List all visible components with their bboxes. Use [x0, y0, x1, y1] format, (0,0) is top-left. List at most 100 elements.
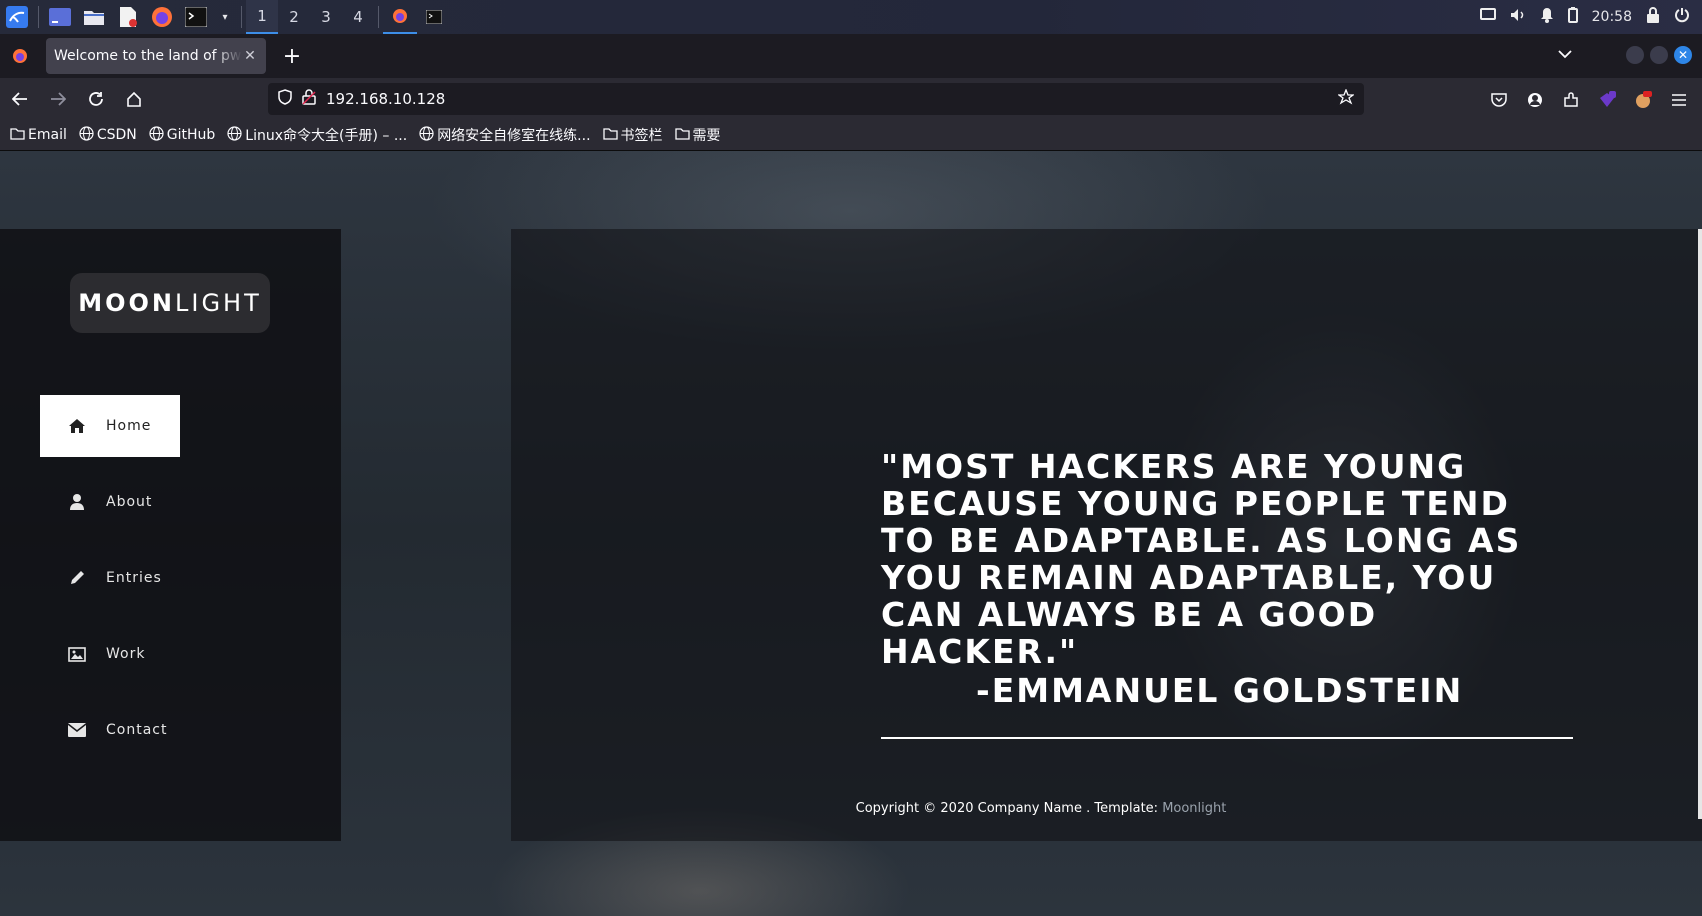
- list-all-tabs-chevron-icon[interactable]: [1558, 44, 1572, 63]
- extension-badge-icon[interactable]: [1594, 84, 1620, 116]
- maximize-button[interactable]: [1650, 46, 1668, 64]
- forward-button[interactable]: [40, 83, 76, 115]
- bookmark-linux-commands[interactable]: Linux命令大全(手册) – ...: [227, 125, 407, 145]
- bookmark-folder-bookmarks-bar[interactable]: 书签栏: [602, 125, 663, 145]
- nav-item-contact[interactable]: Contact: [40, 699, 180, 761]
- bookmark-csdn[interactable]: CSDN: [79, 125, 137, 145]
- reload-button[interactable]: [78, 83, 114, 115]
- browser-tab[interactable]: Welcome to the land of pwnland ✕: [46, 38, 266, 74]
- terminal-task-button[interactable]: [417, 0, 451, 34]
- taskbar-separator: [378, 6, 379, 28]
- volume-icon[interactable]: [1510, 8, 1526, 26]
- extensions-icon[interactable]: [1558, 84, 1584, 116]
- nav-item-label: Entries: [106, 570, 162, 586]
- power-icon[interactable]: [1674, 7, 1690, 27]
- url-bar[interactable]: 192.168.10.128: [268, 83, 1364, 115]
- clock[interactable]: 20:58: [1592, 9, 1632, 25]
- new-tab-button[interactable]: +: [280, 44, 304, 69]
- nav-item-entries[interactable]: Entries: [40, 547, 180, 609]
- bookmark-label: Email: [28, 127, 67, 143]
- os-taskbar: ▾ 1 2 3 4 20:58: [0, 0, 1702, 34]
- text-editor-icon[interactable]: [117, 6, 139, 28]
- nav-item-label: About: [106, 494, 153, 510]
- desktop-icon[interactable]: [49, 6, 71, 28]
- bookmark-label: 需要: [692, 128, 721, 144]
- site-nav-menu: Home About Entries Work Contact: [40, 395, 340, 775]
- system-tray: 20:58: [1479, 7, 1702, 27]
- firefox-logo-icon: [12, 48, 28, 68]
- home-icon: [68, 417, 86, 435]
- bookmark-email[interactable]: Email: [10, 127, 67, 144]
- workspace-2[interactable]: 2: [278, 0, 310, 34]
- display-icon[interactable]: [1479, 8, 1496, 26]
- bookmark-label: 书签栏: [620, 128, 663, 144]
- extension-avatar-icon[interactable]: [1630, 84, 1656, 116]
- kali-menu-icon[interactable]: [6, 6, 28, 28]
- pocket-icon[interactable]: [1486, 84, 1512, 116]
- folder-icon: [10, 127, 25, 144]
- pencil-icon: [68, 569, 86, 587]
- logo-light-text: LIGHT: [175, 289, 262, 317]
- bookmark-folder-needed[interactable]: 需要: [674, 125, 721, 145]
- bookmark-label: GitHub: [166, 127, 216, 143]
- globe-icon: [79, 125, 94, 145]
- terminal-launcher-icon[interactable]: [185, 6, 207, 28]
- file-manager-icon[interactable]: [83, 6, 105, 28]
- envelope-icon: [68, 721, 86, 739]
- logo-bold-text: MOON: [78, 289, 175, 317]
- hamburger-menu-icon[interactable]: [1666, 84, 1692, 116]
- nav-item-about[interactable]: About: [40, 471, 180, 533]
- folder-icon: [674, 127, 690, 144]
- nav-item-label: Work: [106, 646, 146, 662]
- workspace-4[interactable]: 4: [342, 0, 374, 34]
- nav-item-home[interactable]: Home: [40, 395, 180, 457]
- hero-quote: "MOST HACKERS ARE YOUNG BECAUSE YOUNG PE…: [881, 448, 1541, 709]
- home-button[interactable]: [116, 83, 152, 115]
- image-icon: [68, 645, 86, 663]
- tracking-shield-icon[interactable]: [278, 89, 292, 109]
- close-window-button[interactable]: ✕: [1674, 46, 1692, 64]
- nav-item-label: Home: [106, 418, 152, 434]
- chevron-down-icon[interactable]: ▾: [219, 6, 231, 28]
- bookmark-security-lab[interactable]: 网络安全自修室在线练...: [419, 125, 591, 145]
- insecure-lock-icon[interactable]: [302, 89, 316, 109]
- taskbar-separator: [241, 6, 242, 28]
- bookmarks-toolbar: Email CSDN GitHub Linux命令大全(手册) – ... 网络…: [0, 120, 1702, 151]
- tab-close-icon[interactable]: ✕: [242, 48, 258, 64]
- globe-icon: [419, 125, 434, 145]
- quote-author: -EMMANUEL GOLDSTEIN: [976, 671, 1464, 710]
- site-footer: Copyright © 2020 Company Name . Template…: [0, 801, 1702, 816]
- battery-icon[interactable]: [1567, 7, 1578, 27]
- browser-tab-strip: Welcome to the land of pwnland ✕ + ✕: [0, 34, 1702, 78]
- bookmark-star-icon[interactable]: [1337, 88, 1355, 109]
- footer-template-link[interactable]: Moonlight: [1162, 801, 1226, 816]
- url-text[interactable]: 192.168.10.128: [326, 90, 445, 108]
- footer-copyright: Copyright © 2020 Company Name . Template…: [855, 801, 1163, 816]
- bookmark-label: Linux命令大全(手册) – ...: [245, 128, 408, 144]
- user-icon: [68, 493, 86, 511]
- globe-icon: [149, 125, 164, 145]
- quote-text: "MOST HACKERS ARE YOUNG BECAUSE YOUNG PE…: [881, 447, 1522, 671]
- tab-title: Welcome to the land of pwnland: [54, 48, 242, 64]
- site-sidebar: MOON LIGHT Home About Entries Work Contac…: [0, 229, 341, 841]
- window-controls: ✕: [1626, 46, 1692, 64]
- web-page: MOON LIGHT Home About Entries Work Contac…: [0, 151, 1702, 916]
- firefox-launcher-icon[interactable]: [151, 6, 173, 28]
- workspace-3[interactable]: 3: [310, 0, 342, 34]
- bookmark-github[interactable]: GitHub: [149, 125, 216, 145]
- notification-bell-icon[interactable]: [1540, 7, 1554, 27]
- nav-item-work[interactable]: Work: [40, 623, 180, 685]
- lock-icon[interactable]: [1646, 7, 1660, 27]
- site-logo[interactable]: MOON LIGHT: [70, 273, 270, 333]
- globe-icon: [227, 125, 242, 145]
- toolbar-actions: [1486, 84, 1692, 116]
- bookmark-label: 网络安全自修室在线练...: [437, 128, 591, 144]
- firefox-task-button[interactable]: [383, 0, 417, 34]
- browser-navigation-bar: 192.168.10.128: [0, 78, 1702, 120]
- page-scrollbar[interactable]: [1698, 229, 1702, 819]
- account-icon[interactable]: [1522, 84, 1548, 116]
- minimize-button[interactable]: [1626, 46, 1644, 64]
- workspace-1[interactable]: 1: [246, 0, 278, 34]
- taskbar-separator: [38, 6, 39, 28]
- back-button[interactable]: [2, 83, 38, 115]
